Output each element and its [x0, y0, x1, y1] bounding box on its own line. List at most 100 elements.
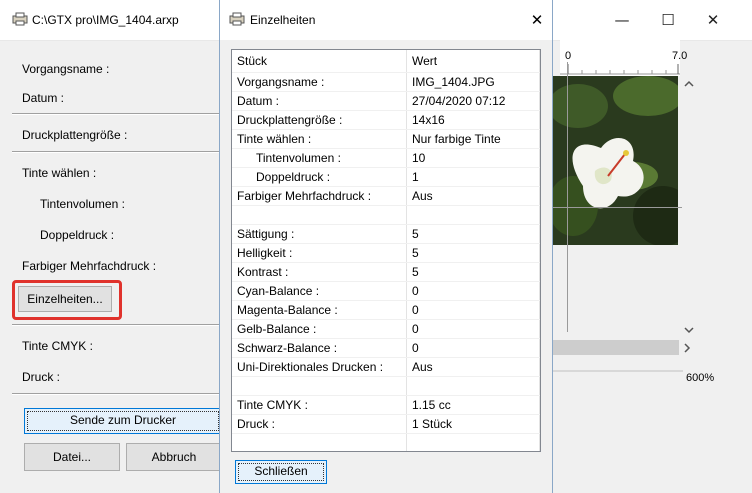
item-value: Aus: [406, 186, 540, 206]
list-item[interactable]: Farbiger Mehrfachdruck : Aus: [232, 186, 540, 206]
list-item[interactable]: Druck :1 Stück: [232, 414, 540, 434]
item-value: [406, 205, 540, 225]
list-item[interactable]: Tinte wählen : Nur farbige Tinte: [232, 129, 540, 149]
item-value: 27/04/2020 07:12: [406, 91, 540, 111]
list-item[interactable]: Druckplattengröße :14x16: [232, 110, 540, 130]
item-label: Gelb-Balance :: [232, 319, 407, 339]
item-label: Sättigung :: [232, 224, 407, 244]
item-value: IMG_1404.JPG: [406, 72, 540, 92]
maximize-icon[interactable]: ☐: [658, 12, 678, 28]
date-label: Datum :: [22, 91, 65, 105]
list-item[interactable]: Tintenvolumen :10: [232, 148, 540, 168]
list-item[interactable]: Helligkeit :5: [232, 243, 540, 263]
ink-select-label: Tinte wählen :: [22, 166, 97, 180]
list-item[interactable]: Gelb-Balance :0: [232, 319, 540, 339]
item-value: 10: [406, 148, 540, 168]
close-icon[interactable]: ✕: [527, 12, 547, 28]
image-preview[interactable]: [553, 76, 678, 245]
guide-line-vertical: [567, 62, 568, 332]
item-label: Uni-Direktionales Drucken :: [232, 357, 407, 377]
item-label: Druck :: [232, 414, 407, 434]
list-item[interactable]: [232, 376, 540, 396]
item-value: 1 Stück: [406, 414, 540, 434]
item-label: Helligkeit :: [232, 243, 407, 263]
list-item[interactable]: Datum :27/04/2020 07:12: [232, 91, 540, 111]
main-window-title: C:\GTX pro\IMG_1404.arxp: [32, 13, 179, 27]
item-label: Kontrast :: [232, 262, 407, 282]
item-label: [232, 205, 407, 225]
item-label: Doppeldruck :: [232, 167, 407, 187]
list-item[interactable]: [232, 433, 540, 451]
double-print-label: Doppeldruck :: [40, 228, 115, 242]
ink-volume-label: Tintenvolumen :: [40, 197, 125, 211]
item-value: 5: [406, 243, 540, 263]
item-value: 14x16: [406, 110, 540, 130]
vertical-scrollbar[interactable]: [682, 76, 696, 338]
item-value: 1: [406, 167, 540, 187]
item-label: Schwarz-Balance :: [232, 338, 407, 358]
item-label: Cyan-Balance :: [232, 281, 407, 301]
item-value: 0: [406, 338, 540, 358]
separator: [12, 324, 220, 326]
minimize-icon[interactable]: —: [612, 12, 632, 28]
list-item[interactable]: Doppeldruck :1: [232, 167, 540, 187]
item-value: 0: [406, 300, 540, 320]
column-header-item[interactable]: Stück: [232, 50, 407, 73]
print-label: Druck :: [22, 370, 61, 384]
item-label: [232, 433, 407, 451]
ruler-end-label: 7.0: [672, 50, 688, 62]
cancel-button[interactable]: Abbruch: [126, 443, 222, 471]
focus-rect: [27, 411, 219, 431]
flower-image: [553, 76, 678, 245]
item-label: Tinte CMYK :: [232, 395, 407, 415]
item-value: [406, 376, 540, 396]
printer-app-icon: [12, 12, 28, 26]
item-value: 0: [406, 319, 540, 339]
list-item[interactable]: Magenta-Balance :0: [232, 300, 540, 320]
separator: [12, 393, 220, 395]
platen-size-label: Druckplattengröße :: [22, 128, 128, 142]
zoom-slider[interactable]: [553, 370, 683, 372]
list-item[interactable]: [232, 205, 540, 225]
item-label: Tintenvolumen :: [232, 148, 407, 168]
list-header: Stück Wert: [232, 50, 540, 73]
ruler: [560, 40, 680, 76]
details-list[interactable]: Stück Wert Vorgangsname : IMG_1404.JPG Da…: [231, 49, 541, 452]
item-label: Datum :: [232, 91, 407, 111]
item-value: [406, 433, 540, 451]
item-value: 5: [406, 262, 540, 282]
item-label: Vorgangsname :: [232, 72, 407, 92]
item-label: [232, 376, 407, 396]
ruler-start-label: 0: [565, 50, 572, 62]
horizontal-scrollbar[interactable]: [553, 340, 695, 355]
dialog-title: Einzelheiten: [250, 13, 316, 27]
zoom-level: 600%: [686, 372, 715, 384]
close-button[interactable]: Schließen: [235, 460, 327, 484]
item-value: 0: [406, 281, 540, 301]
item-value: 1.15 cc: [406, 395, 540, 415]
separator: [12, 151, 220, 153]
item-value: Aus: [406, 357, 540, 377]
list-item[interactable]: Cyan-Balance :0: [232, 281, 540, 301]
scroll-right-arrow: [679, 340, 695, 355]
ink-cmyk-label: Tinte CMYK :: [22, 339, 93, 353]
color-multipass-label: Farbiger Mehrfachdruck :: [22, 259, 157, 273]
printer-app-icon: [229, 12, 245, 26]
details-button[interactable]: Einzelheiten...: [18, 286, 112, 312]
list-item[interactable]: Vorgangsname : IMG_1404.JPG: [232, 72, 540, 92]
focus-rect: [238, 463, 324, 481]
send-to-printer-button[interactable]: Sende zum Drucker: [24, 408, 222, 434]
item-label: Magenta-Balance :: [232, 300, 407, 320]
scroll-arrows: [684, 80, 694, 334]
file-button[interactable]: Datei...: [24, 443, 120, 471]
list-item[interactable]: Kontrast :5: [232, 262, 540, 282]
item-value: Nur farbige Tinte: [406, 129, 540, 149]
column-header-value[interactable]: Wert: [406, 50, 540, 73]
list-item[interactable]: Sättigung :5: [232, 224, 540, 244]
item-value: 5: [406, 224, 540, 244]
list-item[interactable]: Schwarz-Balance :0: [232, 338, 540, 358]
item-label: Tinte wählen :: [232, 129, 407, 149]
list-item[interactable]: Uni-Direktionales Drucken : Aus: [232, 357, 540, 377]
list-item[interactable]: Tinte CMYK :1.15 cc: [232, 395, 540, 415]
close-icon[interactable]: ✕: [703, 12, 723, 28]
